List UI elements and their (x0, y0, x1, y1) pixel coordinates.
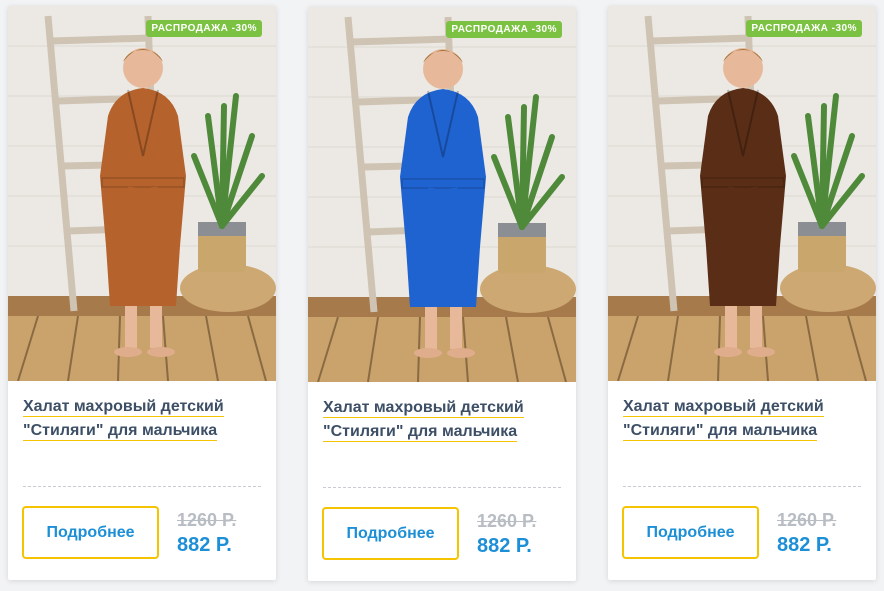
dashed-divider (323, 487, 561, 488)
robe-photo-illustration (8, 6, 276, 381)
product-photo[interactable] (8, 6, 276, 381)
product-title-line2[interactable]: "Стиляги" для мальчика (323, 423, 518, 442)
product-card[interactable]: РАСПРОДАЖА -30% Халат махровый детский "… (608, 6, 876, 580)
product-title-line2[interactable]: "Стиляги" для мальчика (623, 422, 818, 441)
robe-photo-illustration (608, 6, 876, 381)
details-button[interactable]: Подробнее (622, 506, 759, 559)
sale-badge: РАСПРОДАЖА -30% (446, 21, 562, 38)
product-photo[interactable] (608, 6, 876, 381)
sale-badge: РАСПРОДАЖА -30% (746, 20, 862, 37)
old-price: 1260 Р. (177, 510, 237, 530)
product-card[interactable]: РАСПРОДАЖА -30% Халат махровый детский "… (308, 7, 576, 581)
dashed-divider (23, 486, 261, 487)
new-price: 882 Р. (477, 535, 532, 557)
product-title[interactable]: Халат махровый детский "Стиляги" для мал… (323, 396, 563, 444)
new-price: 882 Р. (777, 534, 832, 556)
details-button[interactable]: Подробнее (322, 507, 459, 560)
old-price: 1260 Р. (477, 511, 537, 531)
old-price: 1260 Р. (777, 510, 837, 530)
sale-badge: РАСПРОДАЖА -30% (146, 20, 262, 37)
details-button[interactable]: Подробнее (22, 506, 159, 559)
product-title-line1[interactable]: Халат махровый детский (623, 398, 824, 417)
robe-photo-illustration (308, 7, 576, 382)
product-title[interactable]: Халат махровый детский "Стиляги" для мал… (23, 395, 263, 443)
dashed-divider (623, 486, 861, 487)
product-title-line1[interactable]: Халат махровый детский (323, 399, 524, 418)
product-title[interactable]: Халат махровый детский "Стиляги" для мал… (623, 395, 863, 443)
product-title-line1[interactable]: Халат махровый детский (23, 398, 224, 417)
product-title-line2[interactable]: "Стиляги" для мальчика (23, 422, 218, 441)
product-photo[interactable] (308, 7, 576, 382)
product-card[interactable]: РАСПРОДАЖА -30% Халат махровый детский "… (8, 6, 276, 580)
new-price: 882 Р. (177, 534, 232, 556)
